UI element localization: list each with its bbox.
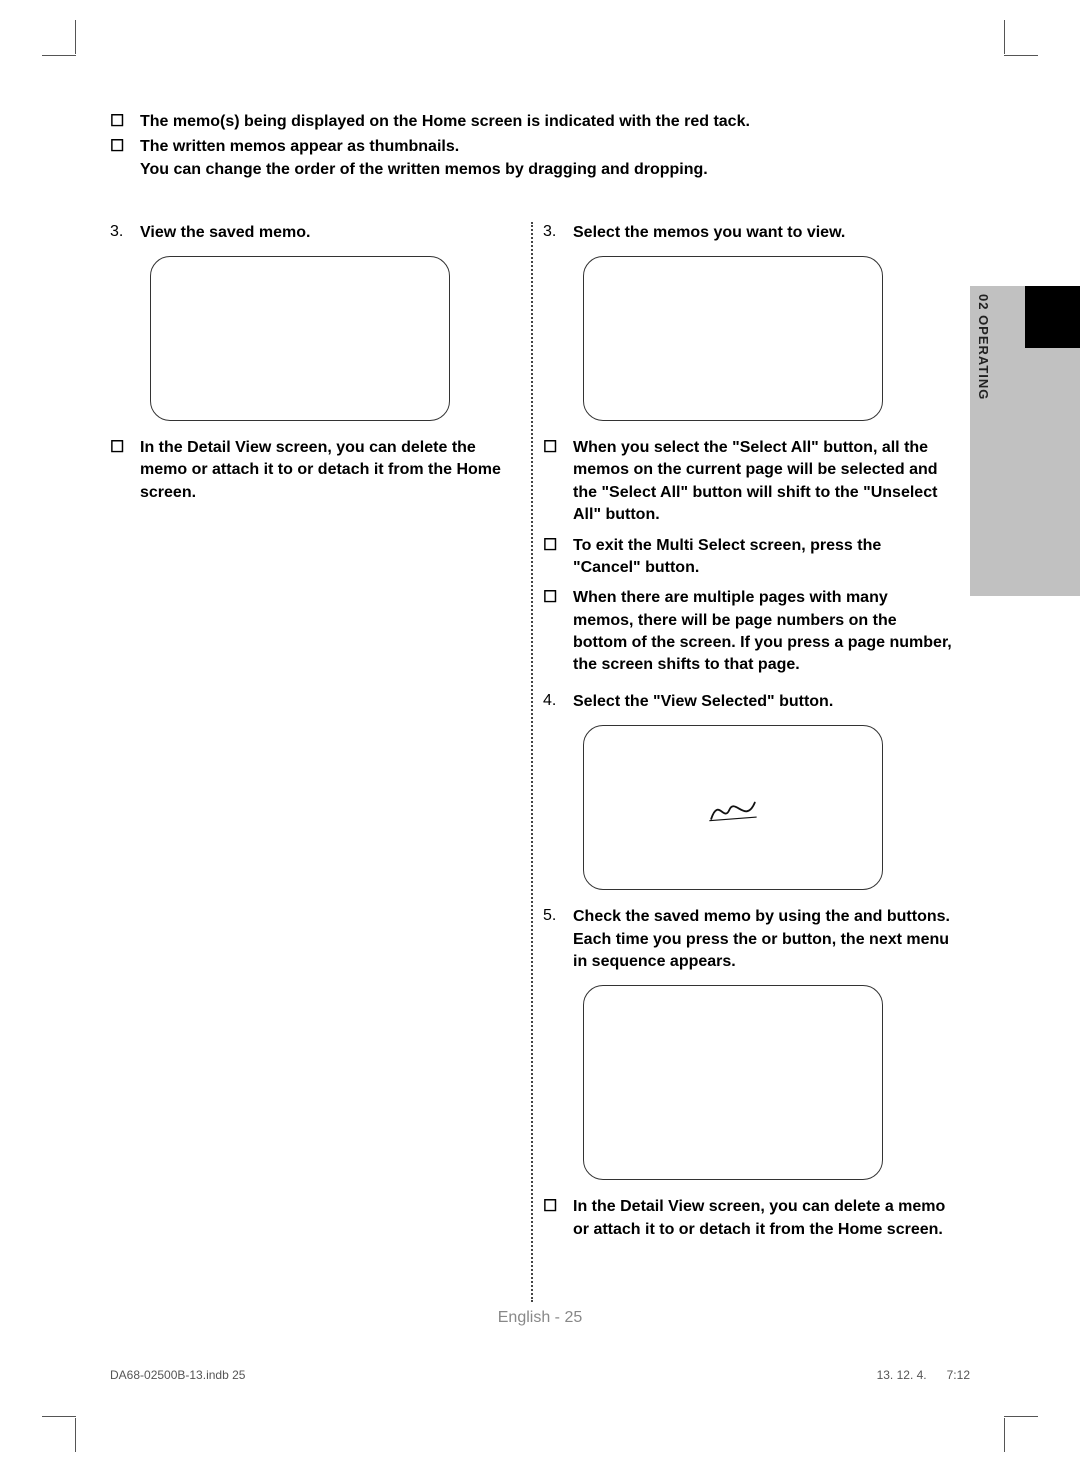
figure-placeholder [583,256,883,421]
crop-mark [75,1418,76,1452]
page: 02 OPERATING The memo(s) being displayed… [0,0,1080,1472]
section-tab-box: 02 OPERATING [970,286,1080,596]
figure-placeholder [583,725,883,890]
step: 3. View the saved memo. [110,222,523,244]
content-area: The memo(s) being displayed on the Home … [110,110,952,1249]
crop-mark [42,1416,76,1417]
step-body: Select the memos you want to view. [573,222,952,244]
note-item: In the Detail View screen, you can delet… [543,1196,952,1241]
note-list: In the Detail View screen, you can delet… [110,437,523,504]
left-column: 3. View the saved memo. In the Detail Vi… [110,222,531,1250]
note-list: In the Detail View screen, you can delet… [543,1196,952,1241]
step-number: 5. [543,906,573,973]
tip-item: The memo(s) being displayed on the Home … [110,110,952,133]
note-item: In the Detail View screen, you can delet… [110,437,523,504]
print-footer-right: 13. 12. 4. 7:12 [877,1368,970,1382]
crop-mark [1004,55,1038,56]
figure-placeholder [150,256,450,421]
section-tab-label: 02 OPERATING [976,294,991,400]
step-title: Select the memos you want to view. [573,222,952,244]
signature-icon [705,788,761,828]
step-title: Select the "View Selected" button. [573,691,952,713]
note-item: When there are multiple pages with many … [543,587,952,677]
right-column: 3. Select the memos you want to view. Wh… [531,222,952,1250]
tip-list: The memo(s) being displayed on the Home … [110,110,952,182]
step-number: 4. [543,691,573,713]
columns: 3. View the saved memo. In the Detail Vi… [110,222,952,1250]
step-title: Check the saved memo by using the and bu… [573,906,952,973]
crop-mark [1004,1418,1005,1452]
page-footer: English - 25 [0,1309,1080,1327]
crop-mark [1004,1416,1038,1417]
step-title: View the saved memo. [140,222,523,244]
step-body: Check the saved memo by using the and bu… [573,906,952,973]
step: 4. Select the "View Selected" button. [543,691,952,713]
print-footer-left: DA68-02500B-13.indb 25 [110,1368,245,1382]
step: 5. Check the saved memo by using the and… [543,906,952,973]
step-body: View the saved memo. [140,222,523,244]
section-tab: 02 OPERATING [970,286,1080,596]
note-item: When you select the "Select All" button,… [543,437,952,527]
crop-mark [75,20,76,54]
note-list: When you select the "Select All" button,… [543,437,952,677]
step: 3. Select the memos you want to view. [543,222,952,244]
step-number: 3. [543,222,573,244]
section-tab-marker [1025,286,1080,348]
figure-placeholder [583,985,883,1180]
step-number: 3. [110,222,140,244]
crop-mark [42,55,76,56]
tip-item: The written memos appear as thumbnails. … [110,135,952,181]
print-footer: DA68-02500B-13.indb 25 13. 12. 4. 7:12 [110,1368,970,1382]
crop-mark [1004,20,1005,54]
step-body: Select the "View Selected" button. [573,691,952,713]
column-divider [531,222,533,1302]
note-item: To exit the Multi Select screen, press t… [543,535,952,580]
